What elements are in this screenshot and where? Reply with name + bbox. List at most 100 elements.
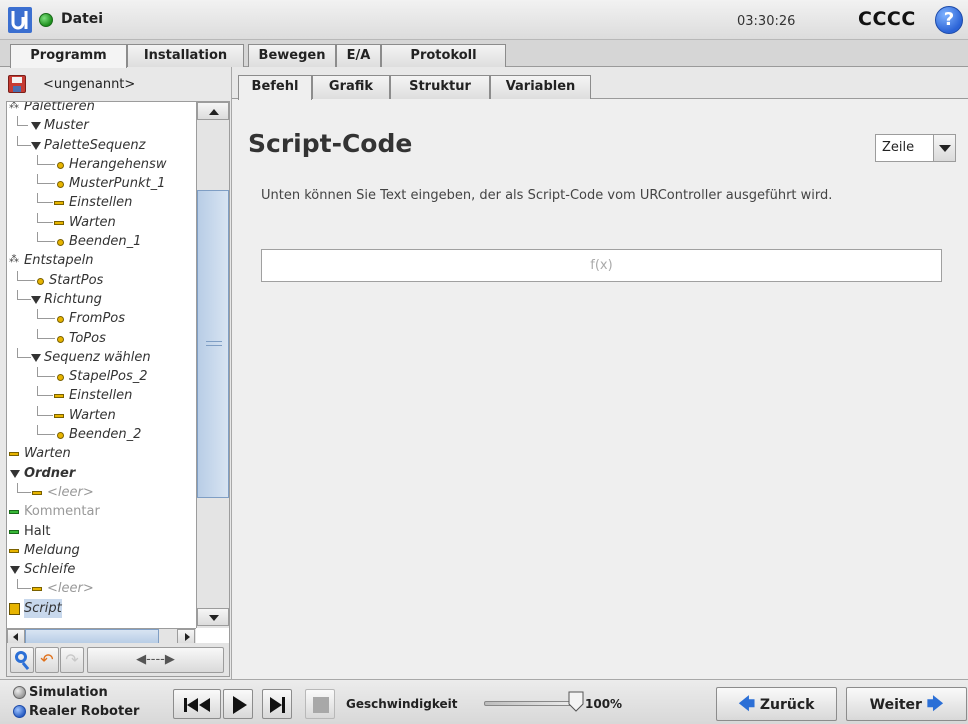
tree-item[interactable]: StartPos: [7, 270, 196, 290]
arrow-down-icon: [209, 615, 219, 621]
command-bar-icon: [54, 220, 64, 225]
robot-name: CCCC: [858, 8, 916, 30]
command-bar-icon: [54, 201, 64, 206]
redo-button[interactable]: ↷: [60, 647, 84, 673]
tree-item[interactable]: ToPos: [7, 328, 196, 348]
palette-icon: ⁂: [9, 254, 19, 266]
status-dot-icon: [39, 13, 53, 27]
tree-item[interactable]: <leer>: [7, 482, 196, 502]
grip-icon: [206, 341, 222, 346]
real-robot-label: Realer Roboter: [29, 704, 140, 719]
tree-vertical-scrollbar[interactable]: [196, 102, 229, 628]
tree-item[interactable]: Warten: [7, 405, 196, 425]
arrow-left-icon: [13, 633, 18, 641]
skip-back-icon: [184, 698, 210, 712]
skip-forward-icon: [270, 697, 285, 713]
move-arrows-icon: ◀----▶: [136, 652, 175, 667]
tree-item[interactable]: ⁂ Entstapeln: [7, 251, 196, 270]
tab-installation[interactable]: Installation: [127, 44, 244, 67]
triangle-icon: [10, 566, 20, 575]
tab-grafik[interactable]: Grafik: [312, 75, 390, 99]
move-button[interactable]: ◀----▶: [87, 647, 224, 673]
tree-item[interactable]: Schleife: [7, 560, 196, 579]
arrow-up-icon: [209, 109, 219, 115]
tab-befehl[interactable]: Befehl: [238, 75, 312, 100]
speed-value: 100%: [585, 697, 623, 711]
rewind-button[interactable]: [173, 689, 221, 719]
script-expression-field[interactable]: f(x): [261, 249, 942, 282]
command-bar-icon: [9, 548, 19, 553]
scroll-left-button[interactable]: [7, 629, 25, 644]
tree-item[interactable]: Einstellen: [7, 386, 196, 405]
tree-item[interactable]: Beenden_2: [7, 425, 196, 444]
search-button[interactable]: [10, 647, 34, 673]
title-bar: Datei 03:30:26 CCCC ?: [0, 0, 968, 40]
scroll-down-button[interactable]: [197, 608, 229, 626]
search-icon: [15, 651, 27, 663]
waypoint-icon: [57, 239, 64, 247]
tree-item[interactable]: FromPos: [7, 309, 196, 328]
tab-struktur[interactable]: Struktur: [390, 75, 490, 99]
tree-item[interactable]: ⁂ Palettieren: [7, 101, 196, 116]
tree-item[interactable]: Richtung: [7, 289, 196, 309]
save-icon[interactable]: [8, 75, 26, 93]
undo-button[interactable]: ↶: [35, 647, 59, 673]
mode-dropdown[interactable]: Zeile: [875, 134, 956, 162]
palette-icon: ⁂: [9, 101, 19, 111]
tab-programm[interactable]: Programm: [10, 44, 127, 68]
tree-item[interactable]: PaletteSequenz: [7, 135, 196, 155]
step-button[interactable]: [262, 689, 292, 719]
main-tabs: Programm Installation Bewegen E/A Protok…: [0, 40, 968, 68]
simulation-label: Simulation: [29, 685, 108, 700]
tree-item[interactable]: MusterPunkt_1: [7, 174, 196, 193]
speed-slider-knob[interactable]: [568, 691, 584, 712]
tab-bewegen[interactable]: Bewegen: [248, 44, 336, 67]
scroll-right-button[interactable]: [177, 629, 195, 644]
speed-label: Geschwindigkeit: [346, 697, 458, 711]
horizontal-scroll-thumb[interactable]: [25, 629, 159, 644]
back-label: Zurück: [759, 697, 815, 713]
tree-item[interactable]: <leer>: [7, 579, 196, 598]
undo-icon: ↶: [40, 650, 54, 669]
tree-item[interactable]: Beenden_1: [7, 232, 196, 251]
page-title: Script-Code: [248, 129, 413, 158]
next-button[interactable]: Weiter 🡆: [846, 687, 967, 721]
scroll-up-button[interactable]: [197, 102, 229, 120]
tab-protokoll[interactable]: Protokoll: [381, 44, 506, 67]
tree-item[interactable]: Ordner: [7, 464, 196, 483]
script-icon: [9, 602, 20, 615]
tree-item-script[interactable]: Script: [7, 598, 196, 618]
program-tree-list: ⁂ Palettieren Muster PaletteSequenz Heran…: [7, 101, 196, 618]
tree-item[interactable]: Kommentar: [7, 502, 196, 521]
tree-item[interactable]: Muster: [7, 116, 196, 135]
tree-item[interactable]: Warten: [7, 444, 196, 463]
waypoint-icon: [57, 374, 64, 382]
waypoint-icon: [57, 161, 64, 169]
sub-tabs: Befehl Grafik Struktur Variablen: [232, 75, 968, 100]
back-button[interactable]: 🡄 Zurück: [716, 687, 837, 721]
waypoint-icon: [57, 181, 64, 189]
program-header: <ungenannt>: [0, 67, 232, 101]
tree-item[interactable]: Halt: [7, 522, 196, 541]
tree-item[interactable]: Warten: [7, 212, 196, 232]
tree-item[interactable]: Meldung: [7, 541, 196, 560]
speed-slider[interactable]: [484, 701, 580, 706]
real-robot-radio[interactable]: [13, 705, 26, 718]
ur-logo-icon: [8, 7, 32, 33]
tree-item[interactable]: Sequenz wählen: [7, 347, 196, 367]
tree-item[interactable]: StapelPos_2: [7, 367, 196, 386]
stop-button[interactable]: [305, 689, 335, 719]
simulation-radio[interactable]: [13, 686, 26, 699]
tree-item[interactable]: Herangehensw: [7, 154, 196, 174]
tree-item[interactable]: Einstellen: [7, 193, 196, 212]
triangle-icon: [31, 295, 41, 304]
comment-icon: [9, 510, 19, 515]
tab-ea[interactable]: E/A: [336, 44, 381, 67]
file-menu[interactable]: Datei: [61, 11, 103, 27]
clock: 03:30:26: [737, 14, 796, 29]
play-button[interactable]: [223, 689, 253, 719]
help-icon[interactable]: ?: [935, 6, 963, 34]
tree-horizontal-scrollbar[interactable]: [7, 628, 196, 644]
scroll-thumb[interactable]: [197, 190, 229, 498]
tab-variablen[interactable]: Variablen: [490, 75, 591, 99]
